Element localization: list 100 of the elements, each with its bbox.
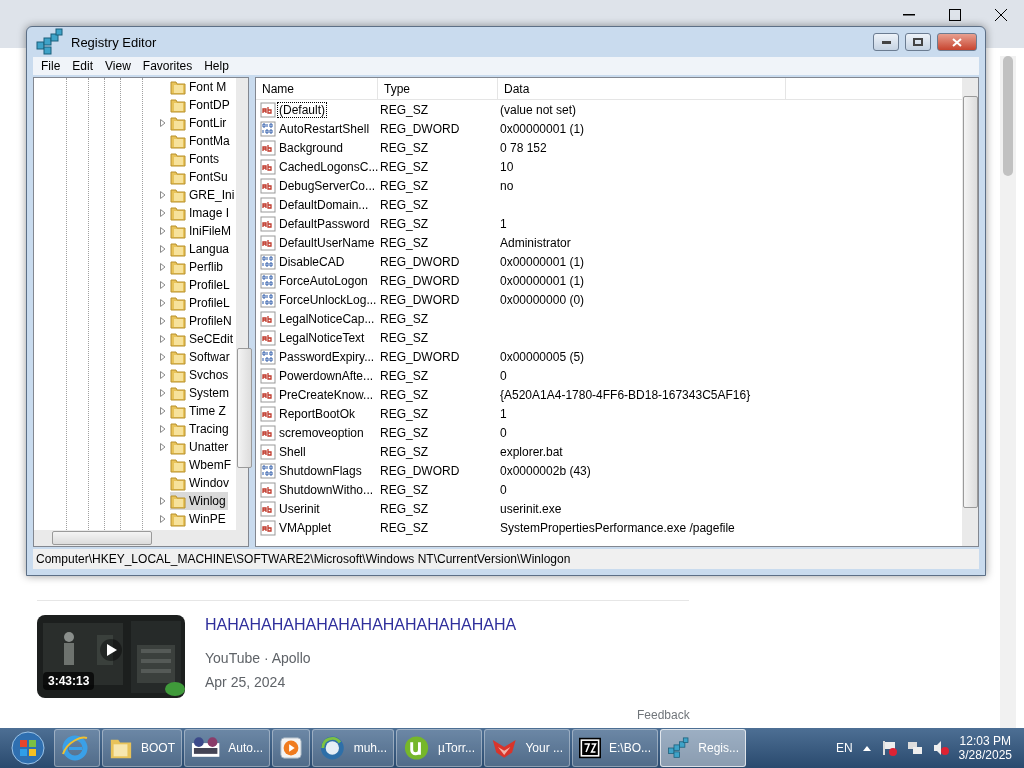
tree-item[interactable]: Perflib xyxy=(170,258,225,276)
value-name[interactable]: DefaultPassword xyxy=(278,216,371,231)
expand-arrow-icon[interactable] xyxy=(160,443,166,451)
value-name[interactable]: ForceUnlockLog... xyxy=(278,292,378,307)
menu-item[interactable]: File xyxy=(35,59,67,73)
expand-arrow-icon[interactable] xyxy=(160,497,166,505)
value-name[interactable]: ReportBootOk xyxy=(278,406,357,421)
column-header[interactable]: Type xyxy=(378,78,498,99)
menu-item[interactable]: Edit xyxy=(66,59,100,73)
expand-arrow-icon[interactable] xyxy=(160,335,166,343)
tree-item[interactable]: Langua xyxy=(170,240,232,258)
value-name[interactable]: (Default) xyxy=(278,102,326,117)
taskbar-button[interactable]: BOOT xyxy=(102,729,182,767)
menu-item[interactable]: View xyxy=(99,59,137,73)
value-name[interactable]: Shell xyxy=(278,444,307,459)
value-name[interactable]: LegalNoticeCap... xyxy=(278,311,376,326)
expand-arrow-icon[interactable] xyxy=(160,407,166,415)
speaker-muted-icon[interactable] xyxy=(932,740,949,756)
taskbar-button[interactable]: muh... xyxy=(312,729,394,767)
tree-item[interactable]: Tracing xyxy=(170,420,231,438)
value-name[interactable]: Userinit xyxy=(278,501,321,516)
value-name[interactable]: LegalNoticeText xyxy=(278,330,366,345)
folder-icon xyxy=(170,457,186,473)
value-name[interactable]: PasswordExpiry... xyxy=(278,349,376,364)
value-name[interactable]: DebugServerCo... xyxy=(278,178,377,193)
value-name[interactable]: PowerdownAfte... xyxy=(278,368,375,383)
value-name[interactable]: scremoveoption xyxy=(278,425,365,440)
scrollbar[interactable] xyxy=(962,78,978,546)
expand-arrow-icon[interactable] xyxy=(160,119,166,127)
tree-item[interactable]: ProfileN xyxy=(170,312,234,330)
menu-item[interactable]: Help xyxy=(198,59,235,73)
value-name[interactable]: DefaultDomain... xyxy=(278,197,370,212)
expand-arrow-icon[interactable] xyxy=(160,191,166,199)
tree-item[interactable]: Font M xyxy=(170,78,229,96)
language-indicator[interactable]: EN xyxy=(835,741,853,755)
maximize-button[interactable] xyxy=(905,33,931,51)
tree-item[interactable]: IniFileM xyxy=(170,222,233,240)
status-bar: Computer\HKEY_LOCAL_MACHINE\SOFTWARE2\Microsoft\Windows NT\CurrentVersion\Winlogon xyxy=(33,549,979,569)
tree-item[interactable]: Winlog xyxy=(170,492,228,510)
expand-arrow-icon[interactable] xyxy=(160,227,166,235)
tree-item[interactable]: Fonts xyxy=(170,150,221,168)
taskbar-button[interactable]: Your ... xyxy=(484,729,570,767)
tree-item[interactable]: ProfileL xyxy=(170,294,232,312)
taskbar-button[interactable]: µTorr... xyxy=(396,729,482,767)
tree-item[interactable]: Softwar xyxy=(170,348,232,366)
value-name[interactable]: VMApplet xyxy=(278,520,333,535)
expand-arrow-icon[interactable] xyxy=(160,245,166,253)
tree-item[interactable]: Windov xyxy=(170,474,231,492)
taskbar-button[interactable]: E:\BO... xyxy=(572,729,658,767)
taskbar-button[interactable]: Auto... xyxy=(184,729,270,767)
tree-item[interactable]: Svchos xyxy=(170,366,231,384)
feedback-link[interactable]: Feedback xyxy=(637,708,1000,722)
expand-arrow-icon[interactable] xyxy=(160,353,166,361)
tree-item[interactable]: FontMa xyxy=(170,132,232,150)
value-name[interactable]: ShutdownFlags xyxy=(278,463,363,478)
expand-arrow-icon[interactable] xyxy=(160,425,166,433)
value-name[interactable]: DefaultUserName xyxy=(278,235,376,250)
value-name[interactable]: ShutdownWitho... xyxy=(278,482,375,497)
tree-item[interactable]: WbemF xyxy=(170,456,233,474)
minimize-button[interactable] xyxy=(873,33,899,51)
expand-arrow-icon[interactable] xyxy=(160,389,166,397)
tree-item[interactable]: Time Z xyxy=(170,402,228,420)
column-header[interactable]: Data xyxy=(498,78,786,99)
expand-arrow-icon[interactable] xyxy=(160,281,166,289)
tree-item[interactable]: SeCEdit xyxy=(170,330,236,348)
value-name[interactable]: PreCreateKnow... xyxy=(278,387,375,402)
flag-icon[interactable] xyxy=(880,740,897,756)
scrollbar[interactable] xyxy=(34,530,248,546)
column-header[interactable]: Name xyxy=(256,78,378,99)
expand-arrow-icon[interactable] xyxy=(160,317,166,325)
scrollbar[interactable] xyxy=(1000,56,1016,728)
folder-icon xyxy=(170,511,186,527)
taskbar-button[interactable] xyxy=(272,729,310,767)
value-name[interactable]: Background xyxy=(278,140,345,155)
video-thumbnail[interactable]: 3:43:13 xyxy=(37,615,185,698)
tree-item[interactable]: ProfileL xyxy=(170,276,232,294)
tree-item[interactable]: FontLir xyxy=(170,114,229,132)
expand-arrow-icon[interactable] xyxy=(160,209,166,217)
expand-arrow-icon[interactable] xyxy=(160,263,166,271)
taskbar-button[interactable] xyxy=(54,729,100,767)
tree-item[interactable]: FontSu xyxy=(170,168,230,186)
folder-icon xyxy=(170,475,186,491)
tree-item[interactable]: FontDP xyxy=(170,96,232,114)
network-icon[interactable] xyxy=(906,740,923,756)
tree-item[interactable]: Image I xyxy=(170,204,232,222)
value-name[interactable]: AutoRestartShell xyxy=(278,121,371,136)
value-name[interactable]: CachedLogonsC... xyxy=(278,159,380,174)
value-name[interactable]: DisableCAD xyxy=(278,254,346,269)
result-title-link[interactable]: HAHAHAHAHAHAHAHAHAHAHAHAHAHA xyxy=(205,616,517,634)
expand-arrow-icon[interactable] xyxy=(160,299,166,307)
menu-item[interactable]: Favorites xyxy=(136,59,199,73)
value-name[interactable]: ForceAutoLogon xyxy=(278,273,369,288)
show-hidden-icons-icon[interactable] xyxy=(862,745,871,751)
clock[interactable]: 12:03 PM 3/28/2025 xyxy=(958,734,1012,762)
tree-item[interactable]: GRE_Ini xyxy=(170,186,237,204)
expand-arrow-icon[interactable] xyxy=(160,371,166,379)
tree-item[interactable]: Unatter xyxy=(170,438,231,456)
expand-arrow-icon[interactable] xyxy=(160,515,166,523)
tree-item[interactable]: WinPE xyxy=(170,510,228,528)
tree-item[interactable]: System xyxy=(170,384,231,402)
